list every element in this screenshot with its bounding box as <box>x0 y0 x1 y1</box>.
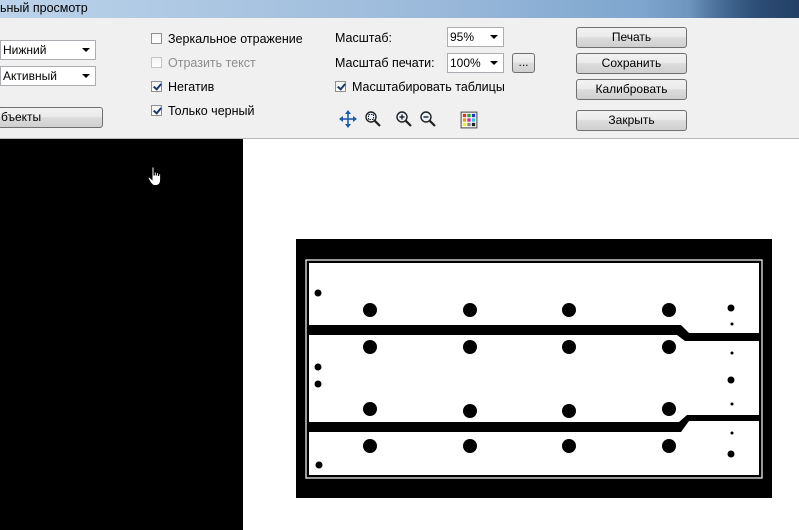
chevron-down-icon <box>82 48 90 52</box>
zoom-out-icon[interactable] <box>419 110 437 128</box>
chevron-down-icon <box>490 35 498 39</box>
chevron-down-icon <box>490 61 498 65</box>
calibrate-button[interactable]: Калибровать <box>576 79 687 100</box>
print-scale-label: Масштаб печати: <box>335 56 435 70</box>
window-title: ьный просмотр <box>0 1 88 15</box>
chevron-down-icon <box>82 74 90 78</box>
negative-left-area <box>0 139 243 530</box>
toolbar: Нижний Активный бъекты Зеркальное отраже… <box>0 18 799 139</box>
scale-tables-checkbox-box <box>335 81 346 92</box>
move-icon[interactable] <box>339 110 357 128</box>
layer-combo-value: Активный <box>3 69 57 83</box>
mirror-text-label: Отразить текст <box>168 56 256 70</box>
print-preview-area[interactable] <box>0 139 799 530</box>
close-button[interactable]: Закрыть <box>576 110 687 131</box>
zoom-in-icon[interactable] <box>395 110 413 128</box>
mirror-checkbox-box <box>151 33 162 44</box>
side-combo[interactable]: Нижний <box>0 40 96 60</box>
scale-combo-value: 95% <box>450 30 475 44</box>
pcb-negative-preview <box>296 239 772 498</box>
print-scale-combo-value: 100% <box>450 56 481 70</box>
only-black-checkbox-box <box>151 105 162 116</box>
only-black-label: Только черный <box>168 104 255 118</box>
layer-combo[interactable]: Активный <box>0 66 96 86</box>
side-combo-value: Нижний <box>3 43 47 57</box>
title-bar-decoration <box>689 0 799 18</box>
zoom-area-icon[interactable] <box>364 110 382 128</box>
print-scale-combo[interactable]: 100% <box>447 53 504 73</box>
print-button[interactable]: Печать <box>576 27 687 48</box>
save-button[interactable]: Сохранить <box>576 53 687 74</box>
mirror-label: Зеркальное отражение <box>168 32 303 46</box>
negative-checkbox-box <box>151 81 162 92</box>
mirror-text-checkbox-box <box>151 57 162 68</box>
scale-tables-label: Масштабировать таблицы <box>352 80 505 94</box>
color-palette-icon[interactable] <box>460 111 478 129</box>
negative-label: Негатив <box>168 80 215 94</box>
scale-combo[interactable]: 95% <box>447 27 504 47</box>
scale-label: Масштаб: <box>335 31 392 45</box>
objects-button[interactable]: бъекты <box>0 107 103 128</box>
hand-cursor-icon <box>147 166 162 186</box>
title-bar: ьный просмотр <box>0 0 799 18</box>
print-scale-more-button[interactable]: ... <box>512 53 535 73</box>
